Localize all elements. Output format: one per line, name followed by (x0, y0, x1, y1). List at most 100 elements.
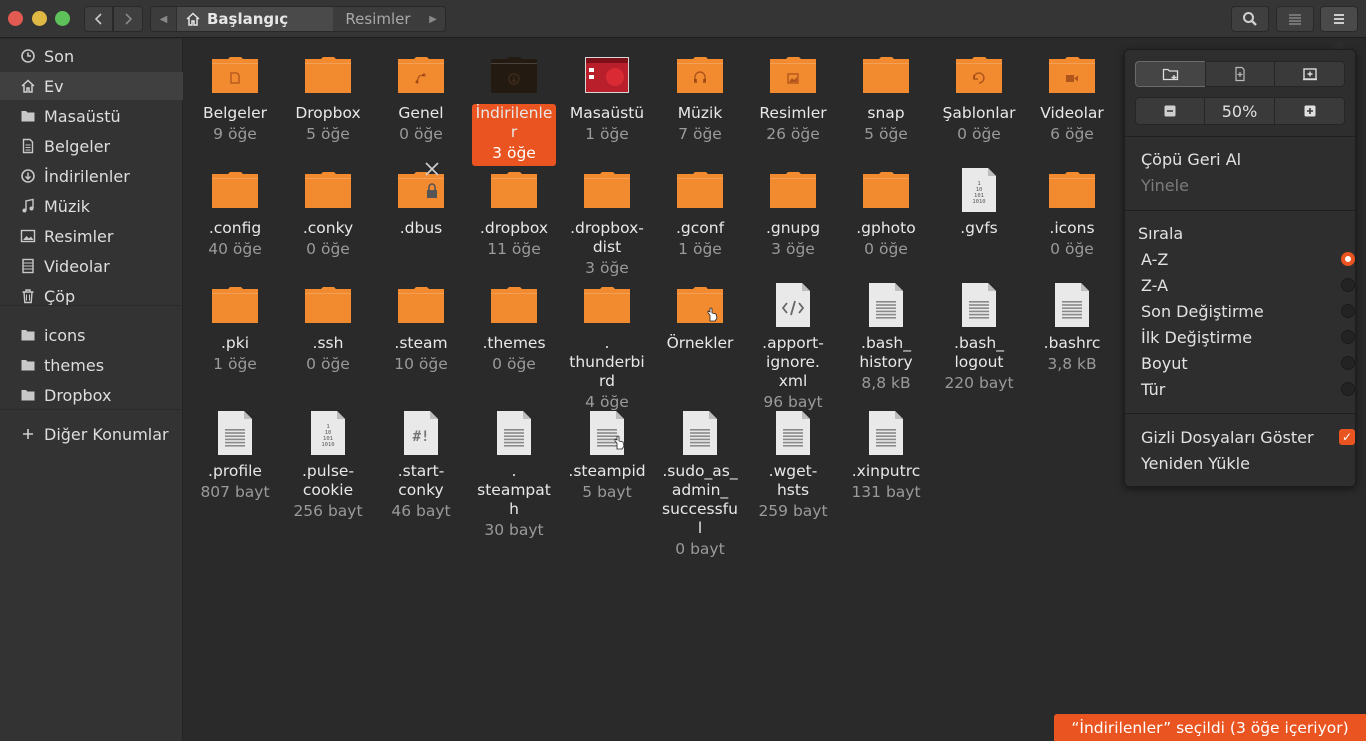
show-hidden-label: Gizli Dosyaları Göster (1141, 427, 1314, 447)
folder-icon (20, 108, 36, 124)
window-close-button[interactable] (8, 11, 23, 26)
file-info: 6 öğe (1050, 125, 1094, 143)
popover-separator (1125, 413, 1355, 414)
folder-icon (20, 357, 36, 373)
file-icon: 1 10 101 1010 (304, 409, 352, 457)
plus-icon (20, 426, 36, 442)
radio-button[interactable] (1341, 330, 1355, 344)
folder-icon (862, 166, 910, 214)
new-folder-button[interactable] (1135, 61, 1206, 87)
sidebar-item-label: İndirilenler (44, 166, 130, 186)
sidebar-item-masaüstü[interactable]: Masaüstü (0, 102, 183, 130)
path-scroll-right-button[interactable]: ▶ (421, 7, 445, 31)
file-name: .dropbox (479, 219, 549, 237)
sort-option-boyut[interactable]: Boyut (1141, 351, 1355, 375)
file-icon (490, 409, 538, 457)
reload-item[interactable]: Yeniden Yükle (1141, 451, 1341, 475)
file-name: .config (208, 219, 262, 237)
file-icon (1048, 281, 1096, 329)
sort-option-label: Son Değiştirme (1141, 301, 1264, 321)
file-name: .steampid (568, 462, 646, 480)
sidebar-item-label: Müzik (44, 196, 91, 216)
window-maximize-button[interactable] (55, 11, 70, 26)
sidebar-item-label: Diğer Konumlar (44, 424, 169, 444)
radio-button[interactable] (1341, 304, 1355, 318)
folder-icon (211, 51, 259, 99)
radio-button[interactable] (1341, 252, 1355, 266)
file-name: .conky (302, 219, 354, 237)
bookmark-button[interactable] (1205, 61, 1275, 87)
sort-option-i̇lk-değiştirme[interactable]: İlk Değiştirme (1141, 325, 1355, 349)
folder-icon (583, 166, 631, 214)
sidebar-item-dropbox[interactable]: Dropbox (0, 381, 183, 409)
redo-item[interactable]: Yinele (1141, 173, 1341, 197)
view-toggle-button[interactable] (1276, 6, 1314, 32)
download-icon (20, 168, 36, 184)
new-tab-button[interactable] (1274, 61, 1345, 87)
zoom-in-button[interactable] (1274, 97, 1345, 125)
back-button[interactable] (84, 6, 113, 32)
radio-button[interactable] (1341, 278, 1355, 292)
file-info: 3 öğe (492, 144, 536, 162)
radio-button[interactable] (1341, 356, 1355, 370)
file-name: .gconf (675, 219, 725, 237)
file-info: 40 öğe (208, 240, 262, 258)
breadcrumb-pictures[interactable]: Resimler (333, 7, 423, 31)
file-name: .steam (394, 334, 448, 352)
zoom-out-button[interactable] (1135, 97, 1205, 125)
sidebar-item-diğer-konumlar[interactable]: Diğer Konumlar (0, 420, 183, 448)
sort-option-z-a[interactable]: Z-A (1141, 273, 1355, 297)
folder-icon (769, 51, 817, 99)
sidebar-item-videolar[interactable]: Videolar (0, 252, 183, 280)
folder-icon (490, 281, 538, 329)
file-name: .pulse-cookie (301, 462, 355, 499)
undo-trash-item[interactable]: Çöpü Geri Al (1141, 147, 1341, 171)
zoom-level[interactable]: 50% (1204, 97, 1275, 125)
window-minimize-button[interactable] (32, 11, 47, 26)
sidebar-item-i̇ndirilenler[interactable]: İndirilenler (0, 162, 183, 190)
show-hidden-item[interactable]: Gizli Dosyaları Göster ✓ (1141, 425, 1355, 449)
file-info: 11 öğe (487, 240, 541, 258)
file-icon: #! (397, 409, 445, 457)
file-name: .xinputrc (851, 462, 921, 480)
sidebar-item-themes[interactable]: themes (0, 351, 183, 379)
file-name: .sudo_as_ admin_ successfu l (662, 462, 738, 537)
sidebar-item-belgeler[interactable]: Belgeler (0, 132, 183, 160)
file-manager-window: ◀ Başlangıç Resimler ▶ Son Ev Masaüstü Belg… (0, 0, 1366, 741)
file-name: .icons (1049, 219, 1095, 237)
file-icon (769, 281, 817, 329)
file-info: 256 bayt (293, 502, 363, 520)
file-name: İndirilenle r (475, 104, 553, 141)
clock-icon (20, 48, 36, 64)
file-name: . steampat h (477, 462, 551, 518)
show-hidden-checkbox[interactable]: ✓ (1339, 429, 1355, 445)
sort-option-a-z[interactable]: A-Z (1141, 247, 1355, 271)
radio-button[interactable] (1341, 382, 1355, 396)
file-info: 3,8 kB (1047, 355, 1097, 373)
home-icon (186, 12, 200, 26)
menu-button[interactable] (1320, 6, 1358, 32)
search-button[interactable] (1231, 6, 1269, 32)
file-info: 7 öğe (678, 125, 722, 143)
file-info: 5 öğe (306, 125, 350, 143)
breadcrumb-home[interactable]: Başlangıç (177, 7, 333, 31)
sidebar-item-icons[interactable]: icons (0, 321, 183, 349)
symlink-emblem-icon (614, 435, 625, 450)
sidebar-item-son[interactable]: Son (0, 42, 183, 70)
sidebar-separator (0, 305, 183, 306)
file-icon (769, 409, 817, 457)
sidebar-item-müzik[interactable]: Müzik (0, 192, 183, 220)
file-name: Genel (398, 104, 444, 122)
sort-option-son-değiştirme[interactable]: Son Değiştirme (1141, 299, 1355, 323)
sort-option-tür[interactable]: Tür (1141, 377, 1355, 401)
forward-button[interactable] (113, 6, 143, 32)
sidebar-item-resimler[interactable]: Resimler (0, 222, 183, 250)
folder-icon (583, 281, 631, 329)
sort-option-label: İlk Değiştirme (1141, 327, 1253, 347)
path-scroll-left-button[interactable]: ◀ (151, 7, 177, 31)
file-name: .pki (220, 334, 250, 352)
zoom-out-icon (1164, 105, 1176, 117)
file-name: .gphoto (856, 219, 916, 237)
sidebar-item-ev[interactable]: Ev (0, 72, 183, 100)
file-info: 0 öğe (492, 355, 536, 373)
